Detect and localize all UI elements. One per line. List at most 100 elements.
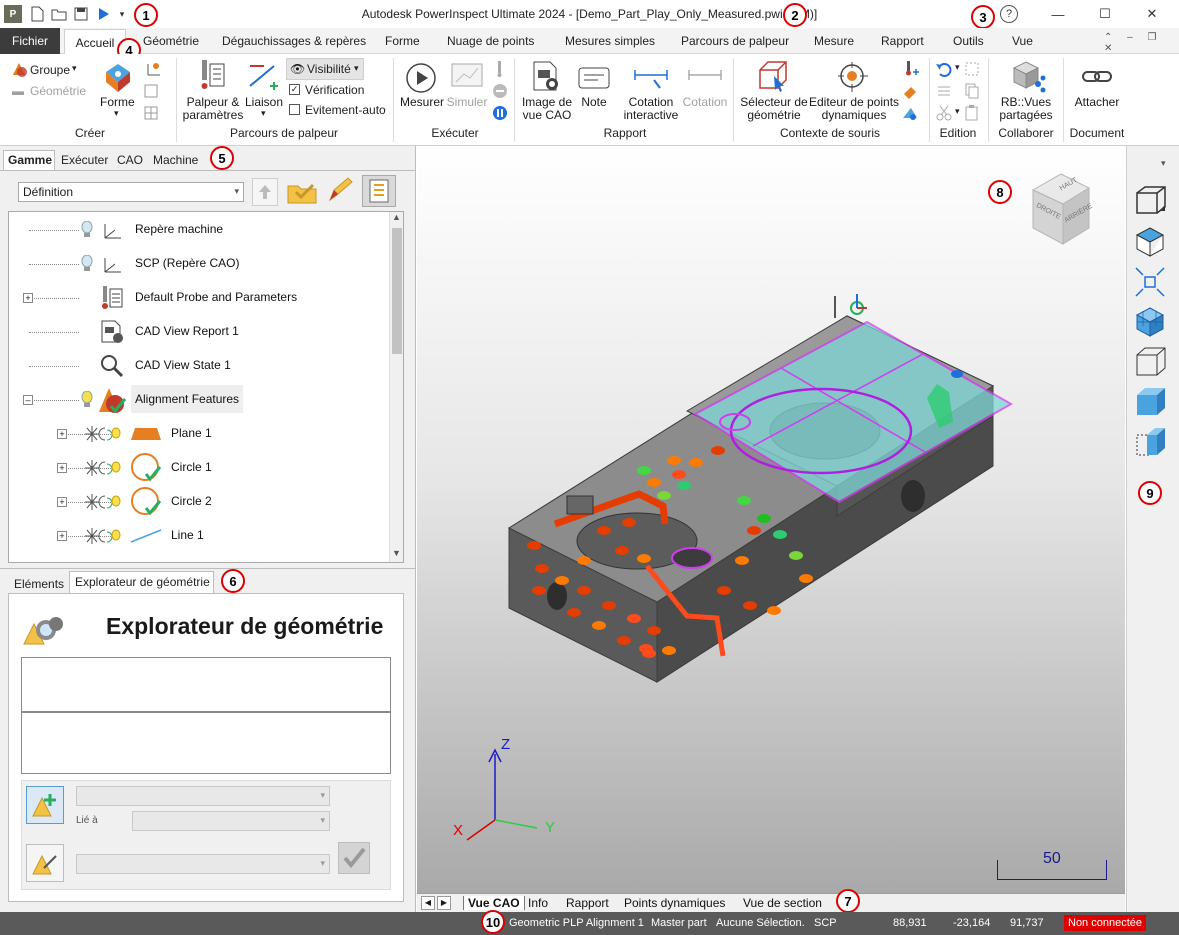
tree-node-label[interactable]: Line 1 [167,521,208,549]
tab-mesures-simples[interactable]: Mesures simples [565,34,655,48]
tree-node-label[interactable]: Plane 1 [167,419,216,447]
tree-collapse-icon[interactable]: – [23,395,33,405]
tab-rapport-view[interactable]: Rapport [566,896,609,910]
visibilite-button[interactable]: 👁 Visibilité ▾ [286,58,364,80]
section-cube-icon[interactable] [1130,424,1170,460]
tree-node-label[interactable]: Default Probe and Parameters [131,283,301,311]
tree-view-toggle-button[interactable] [362,175,396,207]
tree-status-icons[interactable] [83,424,123,444]
tree-node-label[interactable]: Circle 1 [167,453,216,481]
vues-partagees-button[interactable]: RB::Vues partagées [994,96,1058,122]
tab-mesure[interactable]: Mesure [814,34,854,48]
tab-fichier[interactable]: Fichier [0,28,60,54]
tree-node-label[interactable]: CAD View Report 1 [131,317,243,345]
solid-cube-icon[interactable] [1130,384,1170,420]
tree-node-label[interactable]: Alignment Features [131,385,244,413]
edit-geometry-button[interactable] [26,844,64,882]
tab-geometrie[interactable]: Géométrie [143,34,199,48]
toolbar-menu-icon[interactable]: ▾ [1161,158,1166,169]
note-button[interactable]: Note [576,96,612,109]
cut-dropdown-icon[interactable]: ▾ [955,106,960,117]
stop-icon[interactable] [491,82,509,100]
visibility-bulb-icon[interactable] [81,220,93,239]
selecteur-geometrie-button[interactable]: Sélecteur de géométrie [740,96,808,122]
cotation-interactive-button[interactable]: Cotation interactive [622,96,680,122]
shaded-cube-icon[interactable] [1130,304,1170,340]
palpeur-parametres-button[interactable]: Palpeur & paramètres [182,96,244,122]
table-create-icon[interactable] [142,104,168,122]
liaison-dropdown-icon[interactable]: ▾ [261,108,266,119]
tab-next-icon[interactable]: ▶ [437,896,451,910]
geometry-select-1[interactable]: ▾ [76,786,330,806]
tab-explorateur-geometrie[interactable]: Explorateur de géométrie [75,575,210,589]
help-icon[interactable]: ? [1000,5,1018,23]
wireframe-cube-icon[interactable] [1130,344,1170,380]
tab-machine[interactable]: Machine [153,153,198,167]
groupe-button[interactable]: Groupe [30,63,70,77]
maximize-button[interactable]: ☐ [1091,4,1119,24]
geometrie-button[interactable]: Géométrie [30,84,86,98]
definition-dropdown[interactable]: Définition ▾ [18,182,244,202]
move-up-button[interactable] [252,178,278,206]
apply-check-button[interactable] [338,842,370,874]
axis-create-icon[interactable] [142,60,168,78]
tab-elements[interactable]: Eléments [14,577,64,591]
zoom-fit-icon[interactable] [1130,264,1170,300]
view-cube[interactable]: HAUT DROITE ARRIÈRE [1025,170,1095,250]
ribbon-window-controls-icon[interactable]: ⌃ – ❐ ✕ [1104,32,1179,54]
verification-checkbox[interactable]: ✓ [289,84,300,95]
select-box-icon[interactable] [962,60,982,78]
probe-add-icon[interactable] [900,60,920,78]
geometry-select-2[interactable]: ▾ [76,854,330,874]
folder-check-icon[interactable] [286,176,318,206]
undo-icon[interactable] [934,60,956,78]
close-button[interactable]: ✕ [1138,4,1166,24]
tab-executer[interactable]: Exécuter [61,153,108,167]
editeur-points-button[interactable]: Editeur de points dynamiques [806,96,902,122]
attacher-button[interactable]: Attacher [1068,96,1126,109]
tree-scrollbar[interactable]: ▲ ▼ [389,212,403,562]
tree-expand-icon[interactable]: + [57,429,67,439]
tab-prev-icon[interactable]: ◀ [421,896,435,910]
visibility-bulb-icon[interactable] [81,390,93,409]
tab-cao[interactable]: CAO [117,153,143,167]
paste-icon[interactable] [962,104,982,122]
scroll-up-icon[interactable]: ▲ [392,212,401,222]
evitement-auto-checkbox[interactable] [289,104,300,115]
tab-vue-de-section[interactable]: Vue de section [743,896,822,910]
top-view-icon[interactable] [1130,224,1170,260]
cut-icon[interactable] [934,104,954,122]
eraser-icon[interactable] [900,82,920,100]
tree-node-label[interactable]: Repère machine [131,215,227,243]
cad-viewport[interactable]: HAUT DROITE ARRIÈRE 8 Z X Y 50 [417,146,1125,894]
tree-status-icons[interactable] [83,526,123,546]
mesurer-button[interactable]: Mesurer [399,96,445,109]
probe-small-icon[interactable] [491,60,509,78]
tree-node-label[interactable]: SCP (Repère CAO) [131,249,243,277]
iso-view-icon[interactable] [1130,184,1170,220]
image-vue-cao-button[interactable]: Image de vue CAO [520,96,574,122]
tab-nuage-de-points[interactable]: Nuage de points [447,34,534,48]
scroll-down-icon[interactable]: ▼ [392,548,401,558]
tab-info[interactable]: Info [528,896,548,910]
tab-gamme[interactable]: Gamme [8,153,52,167]
visibility-bulb-icon[interactable] [81,254,93,273]
tree-status-icons[interactable] [83,492,123,512]
pencil-icon[interactable] [324,176,356,206]
tree-expand-icon[interactable]: + [57,463,67,473]
tab-rapport[interactable]: Rapport [881,34,924,48]
tree-status-icons[interactable] [83,458,123,478]
simuler-button[interactable]: Simuler [446,96,488,109]
tree-scrollbar-thumb[interactable] [392,228,402,354]
list-icon[interactable] [934,82,954,100]
cotation-button[interactable]: Cotation [680,96,730,109]
lie-a-select[interactable]: ▾ [132,811,330,831]
tab-outils[interactable]: Outils [953,34,984,48]
tab-parcours-de-palpeur[interactable]: Parcours de palpeur [681,34,789,48]
surface-point-icon[interactable] [900,104,920,122]
tree-expand-icon[interactable]: + [57,497,67,507]
copy-icon[interactable] [962,82,982,100]
tree-node-label[interactable]: CAD View State 1 [131,351,235,379]
tab-degauchissages[interactable]: Dégauchissages & repères [222,34,366,48]
tab-points-dynamiques[interactable]: Points dynamiques [624,896,725,910]
